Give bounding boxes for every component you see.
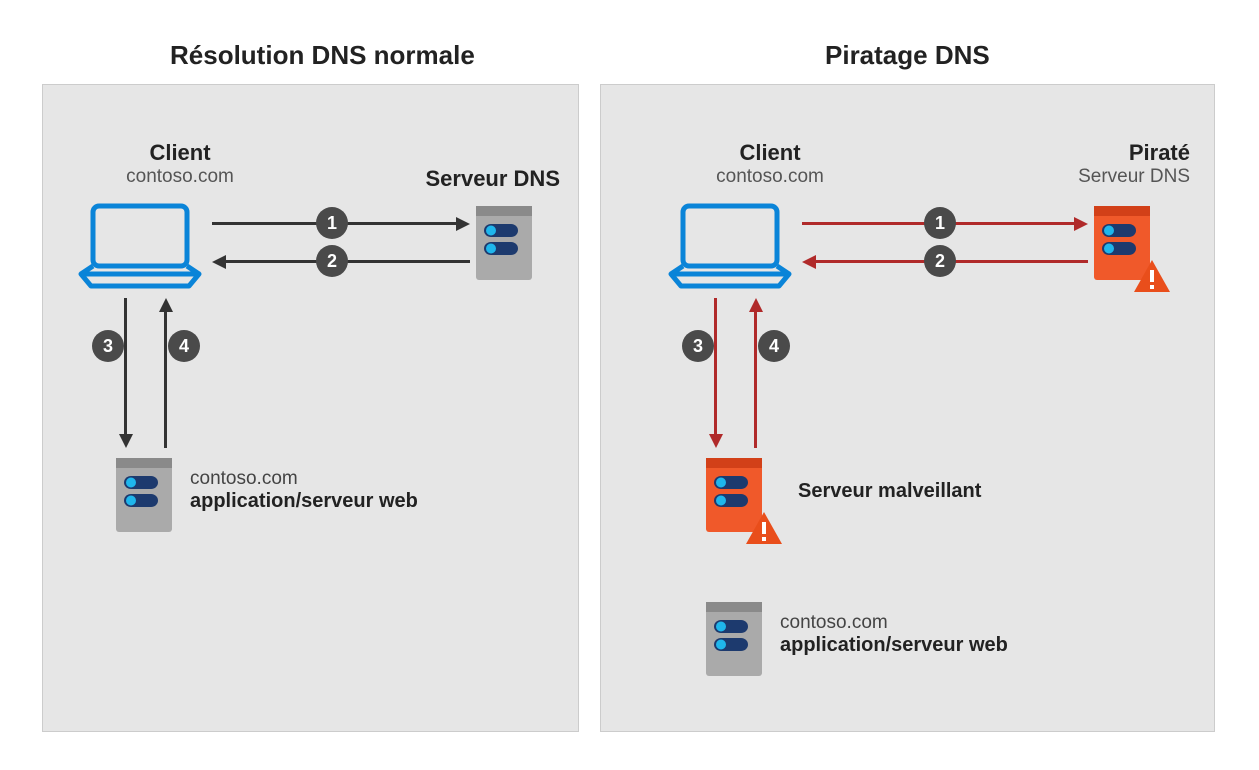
server-icon — [702, 598, 766, 685]
left-step-1: 1 — [316, 207, 348, 239]
right-webserver-line2: application/serveur web — [780, 634, 1008, 657]
left-dns-label: Serveur DNS — [400, 166, 560, 192]
right-malicious-text: Serveur malveillant — [798, 480, 981, 503]
left-arrow-4 — [164, 312, 167, 448]
left-arrow-4-head — [159, 298, 173, 312]
right-arrow-4 — [754, 312, 757, 448]
left-dns-label-block: Serveur DNS — [400, 166, 560, 192]
left-webserver-text: contoso.com application/serveur web — [190, 468, 418, 513]
server-malicious-icon — [702, 454, 786, 555]
right-webserver-text: contoso.com application/serveur web — [780, 612, 1008, 657]
left-webserver-line1: contoso.com — [190, 468, 418, 490]
right-arrow-3-head — [709, 434, 723, 448]
laptop-icon — [665, 202, 795, 295]
server-malicious-icon — [1090, 202, 1174, 303]
right-pirated-label: Piraté — [1030, 140, 1190, 166]
right-step-2: 2 — [924, 245, 956, 277]
right-step-3: 3 — [682, 330, 714, 362]
left-client-domain: contoso.com — [100, 166, 260, 188]
left-arrow-3-head — [119, 434, 133, 448]
server-icon — [472, 202, 536, 289]
left-arrow-1-head — [456, 217, 470, 231]
right-arrow-2-head — [802, 255, 816, 269]
left-client-label-block: Client contoso.com — [100, 140, 260, 188]
right-webserver-line1: contoso.com — [780, 612, 1008, 634]
right-client-label-block: Client contoso.com — [690, 140, 850, 188]
laptop-icon — [75, 202, 205, 295]
left-arrow-2-head — [212, 255, 226, 269]
left-step-2: 2 — [316, 245, 348, 277]
title-normal: Résolution DNS normale — [170, 40, 475, 71]
left-arrow-2 — [226, 260, 470, 263]
right-arrow-1-head — [1074, 217, 1088, 231]
left-webserver-line2: application/serveur web — [190, 490, 418, 513]
left-client-label: Client — [100, 140, 260, 166]
right-client-domain: contoso.com — [690, 166, 850, 188]
left-step-4: 4 — [168, 330, 200, 362]
right-dns-label-block: Piraté Serveur DNS — [1030, 140, 1190, 188]
right-malicious-label: Serveur malveillant — [798, 480, 981, 503]
right-dns-label: Serveur DNS — [1030, 166, 1190, 188]
right-arrow-3 — [714, 298, 717, 434]
left-arrow-3 — [124, 298, 127, 434]
left-step-3: 3 — [92, 330, 124, 362]
right-step-4: 4 — [758, 330, 790, 362]
right-step-1: 1 — [924, 207, 956, 239]
right-client-label: Client — [690, 140, 850, 166]
right-arrow-4-head — [749, 298, 763, 312]
title-piracy: Piratage DNS — [825, 40, 990, 71]
server-icon — [112, 454, 176, 541]
